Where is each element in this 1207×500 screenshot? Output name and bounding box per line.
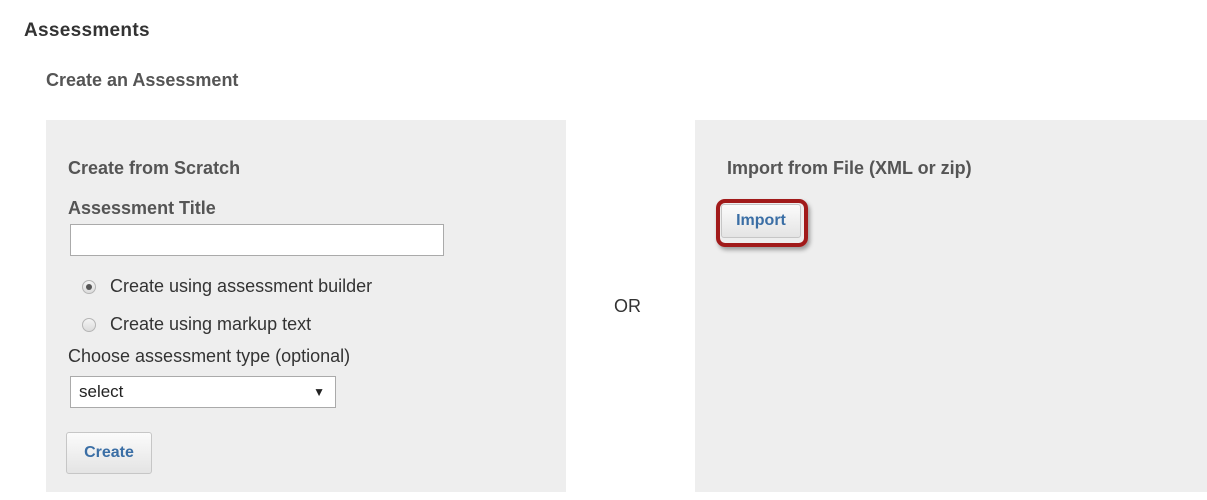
dropdown-arrow-icon: ▼ [313, 385, 325, 399]
assessment-type-select[interactable]: select ▼ [70, 376, 336, 408]
radio-button-checked[interactable] [82, 279, 96, 294]
page-subheading: Create an Assessment [46, 70, 239, 90]
assessment-type-selected-value: select [79, 382, 124, 401]
import-from-file-panel: Import from File (XML or zip) Import [695, 120, 1207, 492]
radio-builder-label: Create using assessment builder [110, 276, 373, 296]
radio-option-builder[interactable]: Create using assessment builder [82, 276, 372, 297]
assessment-type-label: Choose assessment type (optional) [68, 346, 351, 366]
assessment-title-label: Assessment Title [68, 198, 216, 218]
scratch-panel-title: Create from Scratch [68, 158, 241, 178]
import-panel-title: Import from File (XML or zip) [727, 158, 972, 178]
radio-button-unchecked[interactable] [82, 317, 96, 332]
create-from-scratch-panel: Create from Scratch Assessment Title Cre… [46, 120, 566, 492]
assessment-title-input[interactable] [70, 224, 444, 256]
import-button[interactable]: Import [721, 204, 801, 238]
page-heading: Assessments [24, 20, 150, 41]
radio-option-markup[interactable]: Create using markup text [82, 314, 311, 335]
or-separator: OR [614, 296, 641, 316]
radio-markup-label: Create using markup text [110, 314, 312, 334]
create-button[interactable]: Create [66, 432, 152, 474]
